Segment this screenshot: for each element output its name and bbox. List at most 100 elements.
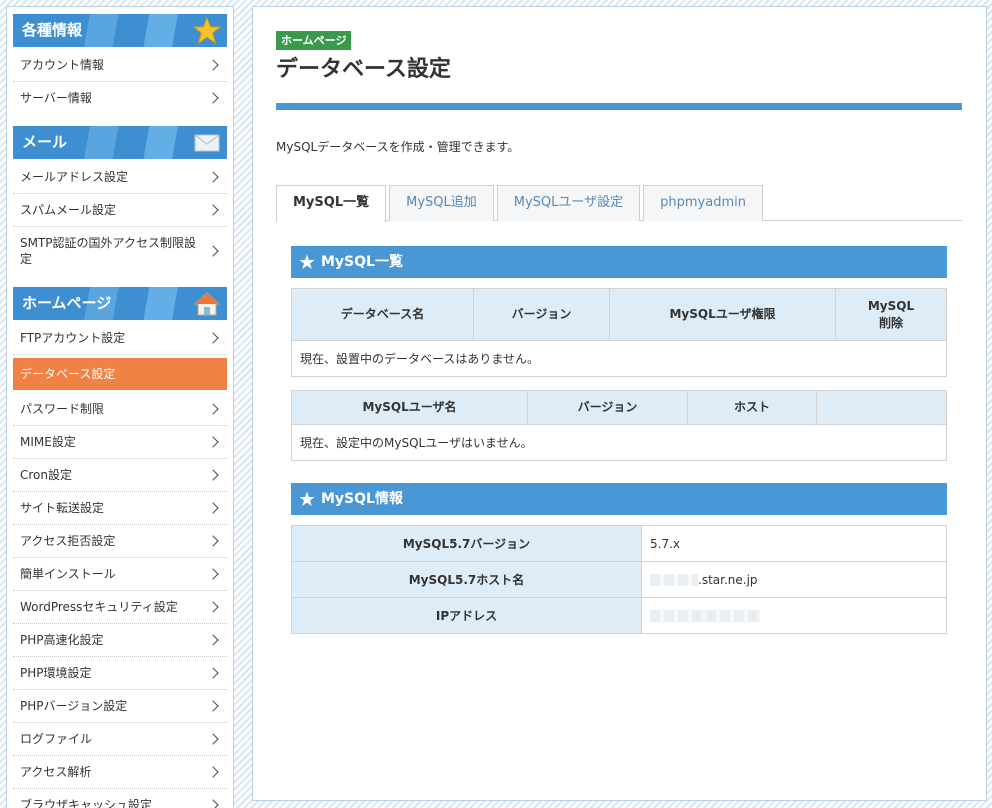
sidebar-item-browser-cache[interactable]: ブラウザキャッシュ設定 [13,789,227,808]
sidebar-item-label: PHP環境設定 [20,666,92,680]
sidebar-item-label: PHP高速化設定 [20,633,104,647]
sidebar-item-php-environment[interactable]: PHP環境設定 [13,657,227,690]
tab-phpmyadmin[interactable]: phpmyadmin [643,185,763,221]
table-row: 現在、設定中のMySQLユーザはいません。 [291,424,947,461]
star-icon [299,491,315,506]
empty-db-message: 現在、設置中のデータベースはありません。 [291,340,947,377]
chevron-right-icon [207,245,219,257]
chevron-right-icon [207,502,219,514]
sidebar-item-access-analysis[interactable]: アクセス解析 [13,756,227,789]
chevron-right-icon [207,469,219,481]
sidebar-section-header-info: 各種情報 [13,14,227,47]
sidebar-item-label: アクセス解析 [20,765,92,779]
chevron-right-icon [207,436,219,448]
chevron-right-icon [207,601,219,613]
sidebar-item-log-file[interactable]: ログファイル [13,723,227,756]
info-key-host: MySQL5.7ホスト名 [291,561,642,598]
sidebar-item-smtp-restriction[interactable]: SMTP認証の国外アクセス制限設定 [13,227,227,275]
sidebar-list-mail: メールアドレス設定 スパムメール設定 SMTP認証の国外アクセス制限設定 [13,161,227,275]
chevron-right-icon [207,403,219,415]
title-divider [276,103,962,110]
sidebar-item-access-deny[interactable]: アクセス拒否設定 [13,525,227,558]
info-value-version: 5.7.x [641,525,947,562]
column-header-user-name: MySQLユーザ名 [291,390,528,425]
redacted-mask [650,574,698,586]
info-key-version: MySQL5.7バージョン [291,525,642,562]
sidebar-item-ftp-account[interactable]: FTPアカウント設定 [13,322,227,355]
info-key-ip: IPアドレス [291,597,642,634]
sidebar-item-label: SMTP認証の国外アクセス制限設定 [20,236,196,266]
sidebar-item-php-version[interactable]: PHPバージョン設定 [13,690,227,723]
column-header-version: バージョン [527,390,688,425]
tab-bar: MySQL一覧 MySQL追加 MySQLユーザ設定 phpmyadmin [276,185,962,222]
sidebar-list-homepage: FTPアカウント設定 データベース設定 パスワード制限 MIME設定 Cron設… [13,322,227,808]
sidebar-item-label: メールアドレス設定 [20,170,129,184]
chevron-right-icon [207,700,219,712]
mysql-user-table: MySQLユーザ名 バージョン ホスト 現在、設定中のMySQLユーザはいません… [291,390,947,461]
host-suffix: .star.ne.jp [698,572,758,587]
sidebar-item-cron[interactable]: Cron設定 [13,459,227,492]
sidebar-section-title: メール [22,133,68,151]
page-description: MySQLデータベースを作成・管理できます。 [276,140,520,154]
chevron-right-icon [207,92,219,104]
table-row: MySQL5.7バージョン 5.7.x [291,525,947,562]
tab-mysql-user-settings[interactable]: MySQLユーザ設定 [496,185,641,221]
column-header-actions [816,390,947,425]
sidebar-item-server-info[interactable]: サーバー情報 [13,82,227,114]
sidebar-item-label: アカウント情報 [20,58,105,72]
database-table: データベース名 バージョン MySQLユーザ権限 MySQL 削除 現在、設置中… [291,288,947,377]
page-title: データベース設定 [276,57,451,82]
chevron-right-icon [207,204,219,216]
info-value-ip [641,597,947,634]
sidebar-section-header-mail: メール [13,126,227,159]
table-row: 現在、設置中のデータベースはありません。 [291,340,947,377]
tab-mysql-list[interactable]: MySQL一覧 [276,185,387,222]
sidebar-item-spam-mail[interactable]: スパムメール設定 [13,194,227,227]
section-title: MySQL情報 [321,491,403,507]
sidebar-section-header-homepage: ホームページ [13,287,227,320]
chevron-right-icon [207,171,219,183]
sidebar-item-label: スパムメール設定 [20,203,117,217]
table-header-row: MySQLユーザ名 バージョン ホスト [291,390,947,425]
sidebar-item-wordpress-security[interactable]: WordPressセキュリティ設定 [13,591,227,624]
main-panel: ホームページ データベース設定 MySQLデータベースを作成・管理できます。 M… [252,6,987,801]
redacted-mask [650,610,760,622]
column-header-db-name: データベース名 [291,288,474,341]
star-icon [299,254,315,269]
sidebar-item-label: データベース設定 [20,367,116,381]
chevron-right-icon [207,568,219,580]
sidebar-item-account-info[interactable]: アカウント情報 [13,49,227,82]
chevron-right-icon [207,634,219,646]
chevron-right-icon [207,59,219,71]
table-row: MySQL5.7ホスト名 .star.ne.jp [291,561,947,598]
sidebar-item-label: ログファイル [20,732,93,746]
sidebar-item-php-acceleration[interactable]: PHP高速化設定 [13,624,227,657]
sidebar-item-database[interactable]: データベース設定 [13,358,227,390]
mysql-info-table: MySQL5.7バージョン 5.7.x MySQL5.7ホスト名 .star.n… [291,525,947,634]
sidebar-section-title: ホームページ [22,294,112,312]
sidebar-item-mail-address[interactable]: メールアドレス設定 [13,161,227,194]
sidebar-item-mime[interactable]: MIME設定 [13,426,227,459]
column-header-user-permission: MySQLユーザ権限 [609,288,836,341]
sidebar-item-label: 簡単インストール [20,567,116,581]
table-header-row: データベース名 バージョン MySQLユーザ権限 MySQL 削除 [291,288,947,341]
sidebar-item-password-restriction[interactable]: パスワード制限 [13,393,227,426]
sidebar-section-title: 各種情報 [22,21,83,39]
empty-user-message: 現在、設定中のMySQLユーザはいません。 [291,424,947,461]
chevron-right-icon [207,535,219,547]
chevron-right-icon [207,799,219,808]
tab-mysql-add[interactable]: MySQL追加 [389,185,494,221]
sidebar-item-easy-install[interactable]: 簡単インストール [13,558,227,591]
sidebar-item-label: MIME設定 [20,435,76,449]
info-value-host: .star.ne.jp [641,561,947,598]
house-icon [193,292,221,316]
sidebar-item-label: ブラウザキャッシュ設定 [20,798,153,808]
star-icon [193,17,221,44]
chevron-right-icon [207,667,219,679]
sidebar-item-label: WordPressセキュリティ設定 [20,600,178,614]
sidebar-item-site-redirect[interactable]: サイト転送設定 [13,492,227,525]
section-title: MySQL一覧 [321,254,403,270]
sidebar-item-label: Cron設定 [20,468,72,482]
sidebar-item-label: FTPアカウント設定 [20,331,126,345]
chevron-right-icon [207,766,219,778]
